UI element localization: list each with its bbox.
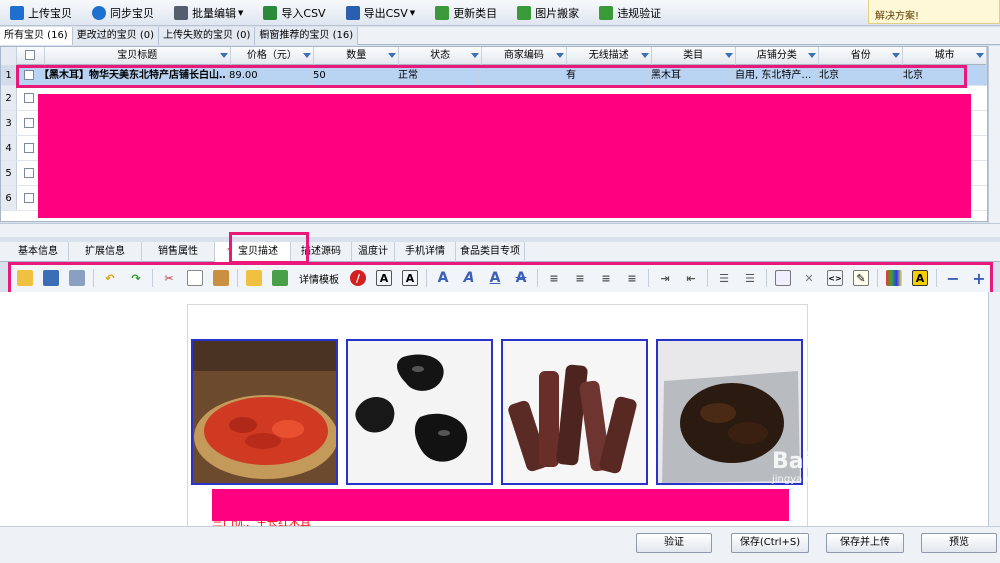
select-all-cell xyxy=(17,47,45,65)
tab-extended-info[interactable]: 扩展信息 xyxy=(69,242,142,262)
product-image-beef-jerky[interactable] xyxy=(501,339,648,485)
black-fungus-image xyxy=(348,341,491,483)
filter-icon[interactable] xyxy=(303,53,312,58)
row-checkbox[interactable] xyxy=(24,193,34,203)
filter-icon[interactable] xyxy=(219,53,228,58)
filter-icon[interactable] xyxy=(808,53,817,58)
tab-food-category[interactable]: 食品类目专项 xyxy=(456,242,525,262)
filter-icon[interactable] xyxy=(640,53,649,58)
column-header-province[interactable]: 省份 xyxy=(819,47,904,65)
row-checkbox[interactable] xyxy=(24,168,34,178)
column-header-quantity[interactable]: 数量 xyxy=(314,47,400,65)
batch-edit-icon xyxy=(174,5,188,20)
chevron-down-icon[interactable]: ▼ xyxy=(238,9,243,17)
tab-upload-failed[interactable]: 上传失败的宝贝 (0) xyxy=(159,27,256,45)
import-csv-button[interactable]: 导入CSV xyxy=(257,2,331,24)
row-checkbox[interactable] xyxy=(24,118,34,128)
column-header-wireless-desc[interactable]: 无线描述 xyxy=(567,47,652,65)
export-csv-icon xyxy=(345,5,360,20)
product-image-black-fungus[interactable] xyxy=(346,339,493,485)
editor-vertical-scrollbar[interactable] xyxy=(988,292,1000,526)
redacted-captions xyxy=(212,489,789,521)
column-header-category[interactable]: 类目 xyxy=(652,47,736,65)
sync-button[interactable]: 同步宝贝 xyxy=(86,2,160,24)
tab-all-items[interactable]: 所有宝贝 (16) xyxy=(0,27,73,45)
row-checkbox-cell xyxy=(21,111,37,135)
image-move-button[interactable]: 图片搬家 xyxy=(511,2,585,24)
filter-icon[interactable] xyxy=(388,53,397,58)
row-checkbox-cell xyxy=(21,86,37,110)
column-header-status[interactable]: 状态 xyxy=(399,47,483,65)
watermark-brand: Bai xyxy=(772,449,812,474)
row-checkbox[interactable] xyxy=(24,93,34,103)
save-button[interactable]: 保存(Ctrl+S) xyxy=(731,533,809,553)
watermark-url: jingyan.baidu.com xyxy=(772,474,865,485)
update-category-button[interactable]: 更新类目 xyxy=(429,2,503,24)
row-checkbox-cell xyxy=(21,161,37,185)
violation-check-icon xyxy=(599,5,614,20)
baidu-watermark: Bai du经验 jingyan.baidu.com xyxy=(772,449,909,486)
column-header-shop-category[interactable]: 店铺分类 xyxy=(736,47,820,65)
footer-bar: 验证 保存(Ctrl+S) 保存并上传 预览 xyxy=(0,526,1000,563)
redacted-rows xyxy=(38,94,971,218)
image-move-icon xyxy=(517,5,532,20)
violation-check-button[interactable]: 违规验证 xyxy=(593,2,667,24)
item-list-tabs: 所有宝贝 (16) 更改过的宝贝 (0) 上传失败的宝贝 (0) 橱窗推荐的宝贝… xyxy=(0,27,1000,45)
grid-vertical-scrollbar[interactable] xyxy=(988,46,1000,223)
chevron-down-icon[interactable]: ▼ xyxy=(410,9,415,17)
export-csv-button[interactable]: 导出CSV ▼ xyxy=(340,2,422,24)
detail-tabs: 基本信息 扩展信息 销售属性 * 宝贝描述 描述源码 温度计 手机详情 食品类目专… xyxy=(0,242,1000,262)
row-number: 3 xyxy=(1,111,17,135)
sync-icon xyxy=(92,5,106,20)
filter-icon[interactable] xyxy=(555,53,564,58)
column-header-title[interactable]: 宝贝标题 xyxy=(45,47,231,65)
upload-icon xyxy=(10,5,24,20)
tab-thermometer[interactable]: 温度计 xyxy=(352,242,395,262)
column-header-price[interactable]: 价格（元） xyxy=(231,47,315,65)
row-highlight-box xyxy=(16,65,967,88)
filter-icon[interactable] xyxy=(724,53,733,58)
paw-icon xyxy=(812,450,833,470)
filter-icon[interactable] xyxy=(892,53,901,58)
tab-mobile-detail[interactable]: 手机详情 xyxy=(395,242,456,262)
row-number: 1 xyxy=(1,65,17,85)
notice-banner[interactable]: 解决方案! xyxy=(868,0,1000,24)
tab-sales-attributes[interactable]: 销售属性 xyxy=(142,242,215,262)
row-number: 2 xyxy=(1,86,17,110)
column-header-city[interactable]: 城市 xyxy=(903,47,987,65)
row-checkbox-cell xyxy=(21,186,37,210)
description-tab-highlight xyxy=(229,232,309,264)
watermark-cn: 经验 xyxy=(864,449,909,474)
tab-window-recommended[interactable]: 橱窗推荐的宝贝 (16) xyxy=(255,27,359,45)
row-number: 5 xyxy=(1,161,17,185)
row-number-header xyxy=(1,47,17,65)
filter-icon[interactable] xyxy=(471,53,480,58)
import-csv-icon xyxy=(263,5,278,20)
update-category-icon xyxy=(435,5,450,20)
select-all-checkbox[interactable] xyxy=(25,50,36,60)
watermark-paw-text: du xyxy=(833,449,865,474)
row-checkbox[interactable] xyxy=(24,143,34,153)
grid-horizontal-scrollbar[interactable] xyxy=(0,223,1000,237)
goji-berry-image xyxy=(193,341,336,483)
save-and-upload-button[interactable]: 保存并上传 xyxy=(826,533,904,553)
row-checkbox-cell xyxy=(21,136,37,160)
batch-edit-button[interactable]: 批量编辑 ▼ xyxy=(168,2,249,24)
grid-header: 宝贝标题 价格（元） 数量 状态 商家编码 无线描述 类目 店铺分类 省份 城市 xyxy=(1,47,987,65)
row-number: 4 xyxy=(1,136,17,160)
verify-button[interactable]: 验证 xyxy=(636,533,712,553)
tab-changed-items[interactable]: 更改过的宝贝 (0) xyxy=(72,27,160,45)
filter-icon[interactable] xyxy=(975,53,984,58)
row-number: 6 xyxy=(1,186,17,210)
main-toolbar: 上传宝贝 同步宝贝 批量编辑 ▼ 导入CSV 导出CSV ▼ 更新类目 图片搬家 违… xyxy=(0,0,1000,26)
column-header-merchant-code[interactable]: 商家编码 xyxy=(482,47,567,65)
upload-button[interactable]: 上传宝贝 xyxy=(4,2,78,24)
product-image-goji[interactable] xyxy=(191,339,338,485)
preview-button[interactable]: 预览 xyxy=(921,533,997,553)
tab-basic-info[interactable]: 基本信息 xyxy=(8,242,69,262)
beef-jerky-image xyxy=(503,341,646,483)
